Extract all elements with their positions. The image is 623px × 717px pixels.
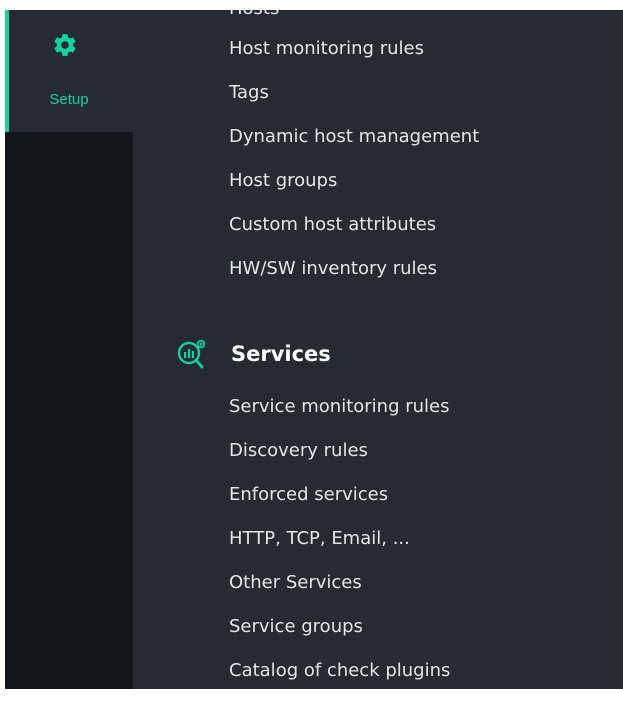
sidebar-item-label: Setup <box>49 91 89 108</box>
menu-item-dynamic-host-management[interactable]: Dynamic host management <box>229 125 479 149</box>
menu-item-hw-sw-inventory-rules[interactable]: HW/SW inventory rules <box>229 257 437 281</box>
menu-item-custom-host-attributes[interactable]: Custom host attributes <box>229 213 436 237</box>
gear-icon <box>54 34 76 56</box>
services-section-header: Services <box>175 336 475 376</box>
menu-item-host-monitoring-rules[interactable]: Host monitoring rules <box>229 37 424 61</box>
setup-menu-frame: Setup Hosts Host monitoring rules Tags D… <box>5 10 623 689</box>
active-indicator <box>5 10 9 132</box>
menu-item-enforced-services[interactable]: Enforced services <box>229 483 388 507</box>
sidebar: Setup <box>5 10 133 689</box>
menu-item-service-groups[interactable]: Service groups <box>229 615 363 639</box>
menu-item-host-groups[interactable]: Host groups <box>229 169 337 193</box>
menu-item-hosts[interactable]: Hosts <box>229 10 279 21</box>
service-monitoring-icon <box>177 339 206 369</box>
menu-item-discovery-rules[interactable]: Discovery rules <box>229 439 368 463</box>
sidebar-item-setup[interactable]: Setup <box>5 10 133 132</box>
menu-item-catalog-of-check-plugins[interactable]: Catalog of check plugins <box>229 659 450 683</box>
menu-item-service-monitoring-rules[interactable]: Service monitoring rules <box>229 395 450 419</box>
menu-item-other-services[interactable]: Other Services <box>229 571 362 595</box>
menu-item-http-tcp-email[interactable]: HTTP, TCP, Email, ... <box>229 527 410 551</box>
menu-item-tags[interactable]: Tags <box>229 81 269 105</box>
services-title: Services <box>231 342 331 366</box>
